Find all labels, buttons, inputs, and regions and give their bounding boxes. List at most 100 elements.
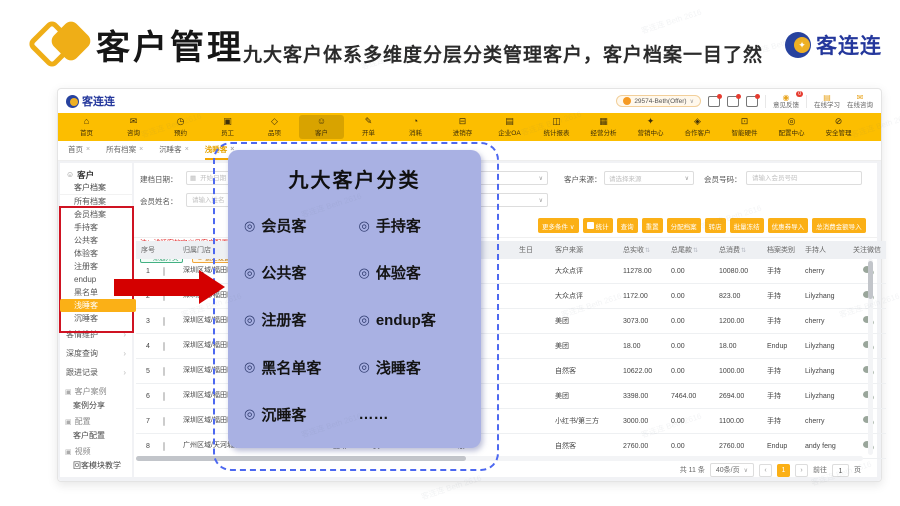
overlay-item-label: 公共客: [261, 265, 307, 283]
sidebar-expand-客情维护[interactable]: 客情维护: [60, 325, 132, 344]
nav-item-16[interactable]: ◎ 配置中心: [769, 115, 814, 139]
cell-checkbox: [160, 433, 180, 459]
nav-item-10[interactable]: ▤ 企业OA: [487, 115, 532, 139]
总消费金额导入-button[interactable]: 总消费金额导入: [812, 218, 866, 233]
sidebar-item-公共客[interactable]: 公共客: [60, 234, 132, 247]
bullet-icon: ◎: [358, 217, 370, 233]
优惠券导入-button[interactable]: 优惠券导入: [767, 218, 809, 233]
sidebar-item-所有档案[interactable]: 所有档案: [60, 195, 132, 208]
nav-item-12[interactable]: ▦ 经营分析: [581, 115, 626, 139]
sort-icon[interactable]: ⇅: [693, 248, 698, 254]
cell-spent: 2760.00: [716, 433, 764, 459]
sidebar-item-浅睡客[interactable]: 浅睡客: [60, 299, 136, 312]
horizontal-scrollbar[interactable]: [136, 456, 863, 461]
close-icon[interactable]: ×: [86, 146, 90, 153]
sort-icon[interactable]: ⇅: [741, 248, 746, 254]
sidebar-item-体验客[interactable]: 体验客: [60, 247, 132, 260]
online-consult-button[interactable]: ✉ 在线咨询: [847, 93, 873, 109]
nav-item-13[interactable]: ✦ 营销中心: [628, 115, 673, 139]
row-checkbox[interactable]: [163, 266, 165, 276]
sidebar-item-手持客[interactable]: 手持客: [60, 221, 132, 234]
calendar-icon: ▦: [190, 175, 197, 182]
sidebar-item-注册客[interactable]: 注册客: [60, 260, 132, 273]
cell-source: 大众点评: [552, 259, 620, 284]
row-checkbox[interactable]: [163, 316, 165, 326]
sort-icon[interactable]: ⇅: [645, 248, 650, 254]
stat-checkbox[interactable]: [586, 222, 594, 229]
page-size-select[interactable]: 40条/页 ∨: [709, 463, 754, 477]
goto-page-input[interactable]: 1: [832, 463, 849, 477]
chevron-down-icon: ∨: [538, 197, 543, 204]
app-logo: 客连连: [66, 93, 115, 109]
more-conditions-button[interactable]: 更多条件 ∨: [538, 218, 579, 233]
user-menu[interactable]: 29574-Beth(Offer) ∨: [616, 95, 701, 107]
close-icon[interactable]: ×: [139, 146, 143, 153]
source-select[interactable]: 请选择来源 ∨: [604, 171, 694, 185]
tab-1[interactable]: 首页 ×: [68, 144, 90, 160]
tab-2[interactable]: 所有档案 ×: [106, 144, 143, 160]
nav-item-2[interactable]: ✉ 咨询: [111, 115, 156, 139]
close-icon[interactable]: ×: [185, 146, 189, 153]
cell-num: 5: [136, 358, 160, 384]
nav-item-8[interactable]: ◔ 消耗: [393, 115, 438, 139]
nav-label: 智能硬件: [731, 130, 758, 137]
app-window: 客连连 29574-Beth(Offer) ∨ ◉ 0 意见反馈 ▤ 在线学习 …: [57, 88, 886, 482]
查询-button[interactable]: 查询: [616, 218, 638, 233]
next-page-button[interactable]: ›: [795, 463, 808, 477]
row-checkbox[interactable]: [163, 341, 165, 351]
nav-item-17[interactable]: ⊘ 安全管理: [816, 115, 861, 139]
sidebar-expand-深度查询[interactable]: 深度查询: [60, 344, 132, 363]
row-checkbox[interactable]: [163, 441, 165, 451]
row-checkbox[interactable]: [163, 366, 165, 376]
chat-notification-icon-2[interactable]: [727, 93, 741, 107]
批量冻结-button[interactable]: 批量冻结: [729, 218, 764, 233]
nav-item-14[interactable]: ◈ 合作客户: [675, 115, 720, 139]
sidebar-item-label: 黑名单: [74, 288, 98, 297]
nav-item-7[interactable]: ✎ 开单: [346, 115, 391, 139]
sidebar-group-客户档案[interactable]: 客户档案: [60, 181, 132, 195]
prev-page-button[interactable]: ‹: [759, 463, 772, 477]
red-arrow-head: [199, 270, 225, 304]
nav-item-6[interactable]: ☺ 客户: [299, 115, 344, 139]
chat-notification-icon-1[interactable]: [708, 93, 722, 107]
red-arrow: [114, 279, 200, 296]
online-learning-button[interactable]: ▤ 在线学习: [814, 93, 840, 109]
sidebar-expand-跟进记录[interactable]: 跟进记录: [60, 363, 132, 382]
转店-button[interactable]: 转店: [704, 218, 726, 233]
overlay-item-label: ……: [358, 405, 389, 423]
sidebar-subitem-回客模块教学[interactable]: 回客模块教学: [60, 459, 132, 472]
row-checkbox[interactable]: [163, 391, 165, 401]
nav-icon: ◔: [412, 116, 419, 126]
page-subtitle: 九大客户体系多维度分层分类管理客户，客户档案一目了然: [243, 45, 764, 66]
sidebar-subitem-案例分享[interactable]: 案例分享: [60, 399, 132, 412]
nav-item-3[interactable]: ◷ 预约: [158, 115, 203, 139]
mail-notification-icon[interactable]: [746, 93, 760, 107]
nav-item-1[interactable]: ⌂ 首页: [64, 115, 109, 139]
tab-3[interactable]: 沉睡客 ×: [159, 144, 189, 160]
overlay-item-沉睡客: ◎ 沉睡客: [244, 391, 359, 438]
nav-label: 统计报表: [543, 130, 570, 137]
filter-date-label: 建档日期：: [140, 175, 178, 184]
nav-item-15[interactable]: ⊡ 智能硬件: [722, 115, 767, 139]
sidebar-subitem-客户配置[interactable]: 客户配置: [60, 429, 132, 442]
nav-item-5[interactable]: ◇ 品项: [252, 115, 297, 139]
sidebar-item-沉睡客[interactable]: 沉睡客: [60, 312, 132, 325]
vertical-scrollbar[interactable]: [868, 259, 873, 455]
member-number-field[interactable]: [750, 173, 858, 183]
feedback-button[interactable]: ◉ 0 意见反馈: [773, 90, 803, 109]
nav-item-11[interactable]: ◫ 统计报表: [534, 115, 579, 139]
hscroll-thumb[interactable]: [136, 456, 466, 461]
slide: 客户管理 九大客户体系多维度分层分类管理客户，客户档案一目了然 客连连 客连连 …: [0, 0, 900, 506]
分配档案-button[interactable]: 分配档案: [666, 218, 701, 233]
sidebar-item-会员档案[interactable]: 会员档案: [60, 208, 132, 221]
stat-checkbox-group[interactable]: 统计: [582, 218, 613, 233]
nav-item-4[interactable]: ▣ 员工: [205, 115, 250, 139]
member-number-input[interactable]: [746, 171, 862, 185]
cell-type: 手持: [764, 408, 802, 434]
row-checkbox[interactable]: [163, 416, 165, 426]
vscroll-thumb[interactable]: [868, 261, 873, 299]
cell-birthday: [516, 383, 552, 409]
重置-button[interactable]: 重置: [641, 218, 663, 233]
nav-item-9[interactable]: ⊟ 进销存: [440, 115, 485, 139]
current-page[interactable]: 1: [777, 463, 790, 477]
